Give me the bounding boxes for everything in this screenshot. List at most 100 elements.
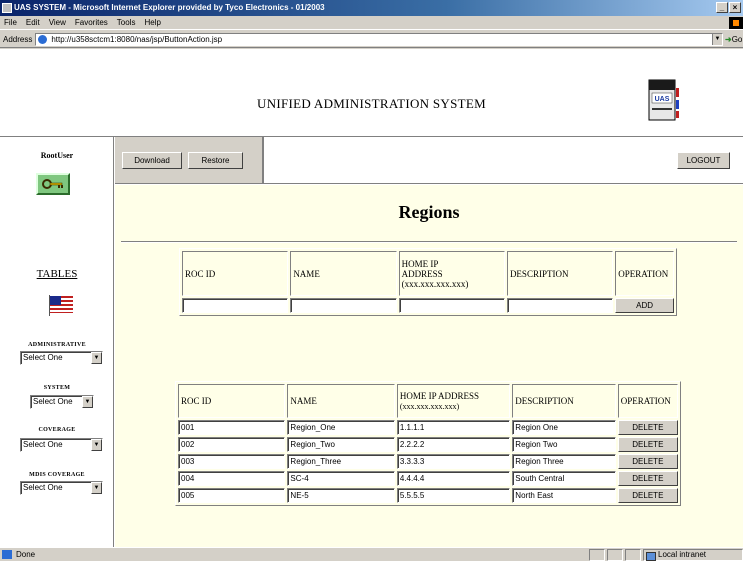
administrative-select[interactable]: Select One ▼ <box>20 351 103 365</box>
name-field[interactable]: SC-4 <box>287 471 395 486</box>
administrative-value: Select One <box>23 353 63 362</box>
coverage-select[interactable]: Select One ▼ <box>20 438 103 452</box>
minimize-button[interactable]: _ <box>716 2 728 13</box>
menu-file[interactable]: File <box>4 16 17 29</box>
regions-table: ROC ID NAME HOME IP ADDRESS (xxx.xxx.xxx… <box>175 381 681 506</box>
sidebar: RootUser TABLES ADMINISTRATIVE Select On… <box>0 137 114 547</box>
list-header-roc-id: ROC ID <box>178 384 286 418</box>
delete-button[interactable]: DELETE <box>617 454 678 469</box>
list-header-home-ip-line1: HOME IP ADDRESS <box>399 390 480 401</box>
header-description: DESCRIPTION <box>506 251 614 296</box>
tables-link[interactable]: TABLES <box>0 268 114 280</box>
menu-favorites[interactable]: Favorites <box>75 16 108 29</box>
delete-button[interactable]: DELETE <box>617 420 678 435</box>
go-label: Go <box>731 34 743 44</box>
home-ip-field[interactable]: 1.1.1.1 <box>396 420 511 435</box>
home-ip-field[interactable]: 4.4.4.4 <box>396 471 511 486</box>
restore-button[interactable]: Restore <box>188 152 243 169</box>
roc-id-field[interactable]: 003 <box>178 454 286 469</box>
table-row: 001 Region_One 1.1.1.1 Region One DELETE <box>178 420 678 435</box>
chevron-down-icon: ▼ <box>91 352 102 364</box>
name-input[interactable] <box>290 298 397 313</box>
page-done-icon <box>2 550 12 559</box>
roc-id-field[interactable]: 002 <box>178 437 286 452</box>
address-bar: Address http://u358sctcm1:8080/nas/jsp/B… <box>0 31 743 48</box>
roc-id-field[interactable]: 005 <box>178 488 286 503</box>
add-button[interactable]: ADD <box>615 298 674 313</box>
home-ip-field[interactable]: 2.2.2.2 <box>396 437 511 452</box>
roc-id-input[interactable] <box>182 298 289 313</box>
address-input[interactable]: http://u358sctcm1:8080/nas/jsp/ButtonAct… <box>35 32 723 46</box>
divider <box>121 241 737 243</box>
page-icon <box>38 34 48 44</box>
table-row: 005 NE-5 5.5.5.5 North East DELETE <box>178 488 678 503</box>
key-icon[interactable] <box>36 173 70 195</box>
delete-button[interactable]: DELETE <box>617 471 678 486</box>
header-home-ip: HOME IP ADDRESS (xxx.xxx.xxx.xxx) <box>398 251 505 296</box>
delete-button[interactable]: DELETE <box>617 488 678 503</box>
close-button[interactable]: × <box>729 2 741 13</box>
name-field[interactable]: NE-5 <box>287 488 395 503</box>
list-header-description: DESCRIPTION <box>512 384 616 418</box>
add-region-form: ROC ID NAME HOME IP ADDRESS (xxx.xxx.xxx… <box>179 248 677 316</box>
mdis-coverage-label: MDIS COVERAGE <box>29 472 85 478</box>
name-field[interactable]: Region_Two <box>287 437 395 452</box>
logout-button[interactable]: LOGOUT <box>677 152 730 169</box>
table-row: 002 Region_Two 2.2.2.2 Region Two DELETE <box>178 437 678 452</box>
chevron-down-icon: ▼ <box>82 396 93 408</box>
description-field[interactable]: South Central <box>512 471 616 486</box>
header-operation: OPERATION <box>615 251 674 296</box>
coverage-value: Select One <box>23 440 63 449</box>
download-button[interactable]: Download <box>122 152 182 169</box>
name-field[interactable]: Region_Three <box>287 454 395 469</box>
web-page: UNIFIED ADMINISTRATION SYSTEM UAS RootUs… <box>0 49 743 547</box>
us-flag-icon <box>49 295 73 316</box>
description-input[interactable] <box>506 298 614 313</box>
status-panel <box>589 549 605 561</box>
menu-bar: File Edit View Favorites Tools Help <box>0 16 743 30</box>
home-ip-input[interactable] <box>398 298 505 313</box>
status-panel <box>625 549 641 561</box>
user-name: RootUser <box>40 151 74 160</box>
system-select[interactable]: Select One ▼ <box>30 395 94 409</box>
table-row: 003 Region_Three 3.3.3.3 Region Three DE… <box>178 454 678 469</box>
status-panel <box>607 549 623 561</box>
coverage-label: COVERAGE <box>38 427 76 433</box>
description-field[interactable]: Region One <box>512 420 616 435</box>
home-ip-field[interactable]: 3.3.3.3 <box>396 454 511 469</box>
ie-app-icon <box>2 3 12 13</box>
description-field[interactable]: Region Three <box>512 454 616 469</box>
menu-edit[interactable]: Edit <box>26 16 40 29</box>
system-label: SYSTEM <box>43 385 71 391</box>
list-header-operation: OPERATION <box>617 384 678 418</box>
name-field[interactable]: Region_One <box>287 420 395 435</box>
description-field[interactable]: North East <box>512 488 616 503</box>
roc-id-field[interactable]: 004 <box>178 471 286 486</box>
menu-view[interactable]: View <box>49 16 66 29</box>
window-title: UAS SYSTEM - Microsoft Internet Explorer… <box>14 3 325 12</box>
menu-tools[interactable]: Tools <box>117 16 136 29</box>
menu-help[interactable]: Help <box>144 16 160 29</box>
header-home-ip-line2: ADDRESS <box>401 268 443 279</box>
system-value: Select One <box>33 397 73 406</box>
security-zone: Local intranet <box>643 549 743 561</box>
description-field[interactable]: Region Two <box>512 437 616 452</box>
delete-button[interactable]: DELETE <box>617 437 678 452</box>
list-header-home-ip: HOME IP ADDRESS (xxx.xxx.xxx.xxx) <box>396 384 511 418</box>
home-ip-field[interactable]: 5.5.5.5 <box>396 488 511 503</box>
go-button[interactable]: ➜Go <box>725 35 743 44</box>
header-roc-id: ROC ID <box>182 251 289 296</box>
administrative-label: ADMINISTRATIVE <box>28 342 86 348</box>
go-arrow-icon: ➜ <box>725 34 732 44</box>
window-titlebar[interactable]: UAS SYSTEM - Microsoft Internet Explorer… <box>0 0 743 16</box>
page-header: UNIFIED ADMINISTRATION SYSTEM UAS <box>0 49 743 137</box>
mdis-coverage-select[interactable]: Select One ▼ <box>20 481 103 495</box>
roc-id-field[interactable]: 001 <box>178 420 286 435</box>
chevron-down-icon: ▼ <box>91 439 102 451</box>
status-text: Done <box>16 550 36 559</box>
address-url: http://u358sctcm1:8080/nas/jsp/ButtonAct… <box>51 34 223 44</box>
uas-logo-text: UAS <box>655 96 670 103</box>
address-dropdown-icon[interactable]: ▼ <box>712 33 722 45</box>
mdis-coverage-value: Select One <box>23 483 63 492</box>
table-row: 004 SC-4 4.4.4.4 South Central DELETE <box>178 471 678 486</box>
